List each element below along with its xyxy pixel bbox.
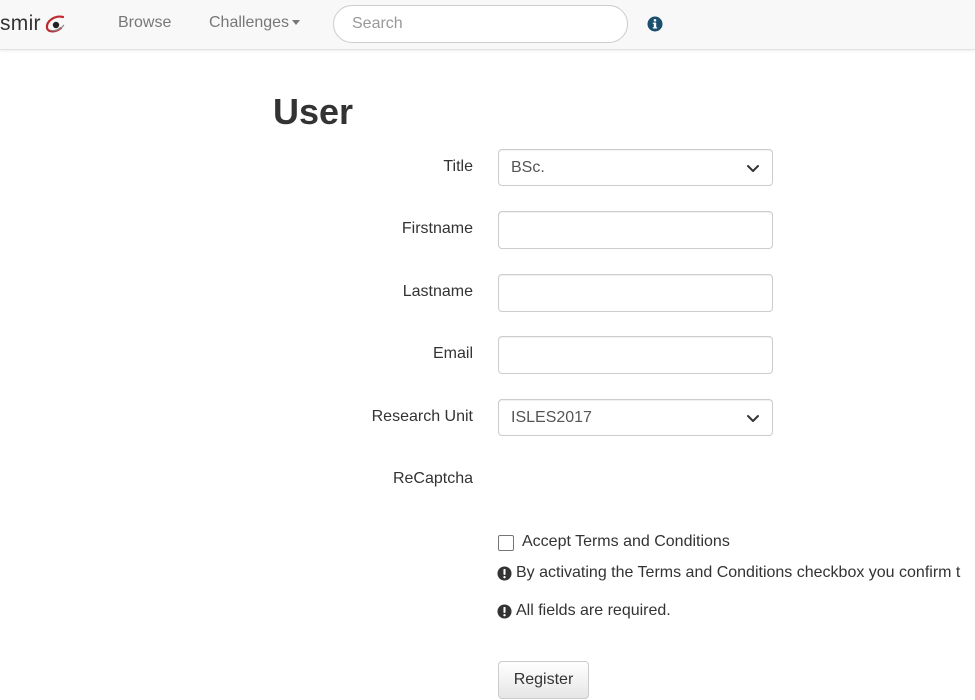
register-button[interactable]: Register: [498, 661, 589, 699]
required-note: All fields are required.: [497, 602, 671, 620]
email-input[interactable]: [498, 336, 773, 374]
title-select[interactable]: BSc.: [498, 149, 773, 186]
search-input[interactable]: [333, 5, 628, 43]
research-unit-select[interactable]: ISLES2017: [498, 399, 773, 436]
firstname-input[interactable]: [498, 211, 773, 249]
required-note-text: All fields are required.: [516, 602, 671, 619]
brand-logo-link[interactable]: smir: [0, 10, 67, 38]
accept-terms-label[interactable]: Accept Terms and Conditions: [522, 533, 730, 551]
firstname-label: Firstname: [401, 220, 473, 237]
eye-logo-icon: [45, 15, 65, 33]
title-select-value: BSc.: [511, 158, 545, 176]
chevron-down-icon: [747, 414, 759, 422]
nav-challenges-dropdown[interactable]: Challenges: [209, 14, 301, 32]
title-label: Title: [443, 158, 473, 175]
email-label: Email: [432, 345, 473, 362]
exclamation-circle-icon: [497, 603, 512, 619]
page-title: User: [273, 91, 354, 132]
recaptcha-label: ReCaptcha: [392, 470, 473, 487]
terms-note: By activating the Terms and Conditions c…: [497, 564, 960, 582]
exclamation-circle-icon: [497, 565, 512, 581]
navbar: smir Browse Challenges: [0, 0, 975, 50]
lastname-label: Lastname: [402, 283, 473, 300]
research-unit-label: Research Unit: [371, 408, 473, 425]
caret-down-icon: [292, 20, 301, 26]
terms-note-text: By activating the Terms and Conditions c…: [516, 564, 961, 581]
research-unit-select-value: ISLES2017: [511, 408, 592, 426]
brand-name: smir: [0, 12, 41, 35]
nav-browse-link[interactable]: Browse: [118, 14, 171, 32]
accept-terms-checkbox[interactable]: [498, 535, 514, 551]
lastname-input[interactable]: [498, 274, 773, 312]
info-circle-icon[interactable]: [647, 16, 663, 32]
nav-challenges-label: Challenges: [209, 14, 290, 31]
chevron-down-icon: [747, 164, 759, 172]
